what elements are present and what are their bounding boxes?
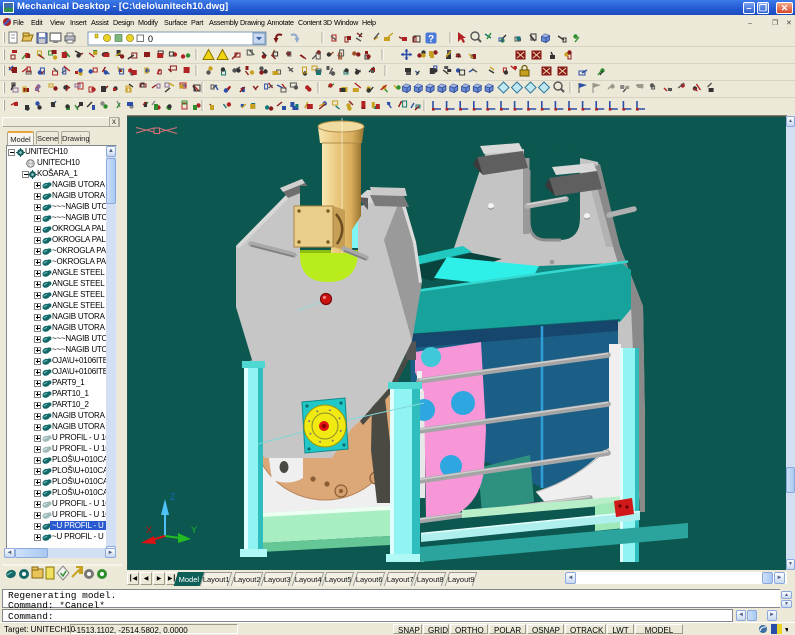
svg-text:X: X — [146, 525, 152, 535]
svg-text:Z: Z — [170, 492, 176, 502]
svg-text:Y: Y — [191, 525, 197, 535]
